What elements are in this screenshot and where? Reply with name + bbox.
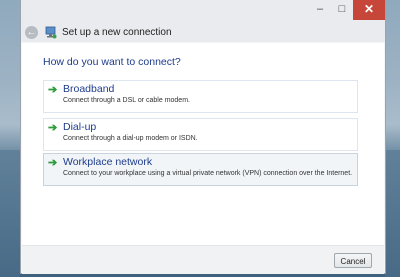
wizard-footer: Cancel <box>22 245 384 274</box>
window-title-bar: – □ ✕ ← Set up a new connection <box>21 0 385 42</box>
option-description: Connect to your workplace using a virtua… <box>63 170 353 177</box>
option-title: Dial-up <box>63 121 97 133</box>
option-broadband[interactable]: ➔ Broadband Connect through a DSL or cab… <box>43 80 358 113</box>
window-controls: – □ ✕ <box>309 0 385 20</box>
green-arrow-icon: ➔ <box>48 122 58 134</box>
option-description: Connect through a dial-up modem or ISDN. <box>63 135 198 142</box>
page-heading: How do you want to connect? <box>43 56 181 68</box>
option-title: Broadband <box>63 83 115 95</box>
network-connection-icon <box>45 26 57 38</box>
title-row: ← Set up a new connection <box>25 24 172 40</box>
connection-wizard-window: – □ ✕ ← Set up a new connection How do y… <box>20 0 386 274</box>
green-arrow-icon: ➔ <box>48 157 58 169</box>
back-arrow-icon[interactable]: ← <box>25 25 38 39</box>
minimize-button[interactable]: – <box>309 0 331 20</box>
green-arrow-icon: ➔ <box>48 84 58 96</box>
option-dial-up[interactable]: ➔ Dial-up Connect through a dial-up mode… <box>43 118 358 151</box>
desktop-background-right <box>385 150 400 277</box>
close-button[interactable]: ✕ <box>353 0 385 20</box>
desktop-background-left <box>0 150 20 277</box>
option-description: Connect through a DSL or cable modem. <box>63 97 190 104</box>
option-title: Workplace network <box>63 156 153 168</box>
wizard-content: How do you want to connect? ➔ Broadband … <box>22 43 384 245</box>
window-title: Set up a new connection <box>62 26 172 38</box>
maximize-button[interactable]: □ <box>331 0 353 20</box>
cancel-button[interactable]: Cancel <box>334 253 372 268</box>
option-workplace-network[interactable]: ➔ Workplace network Connect to your work… <box>43 153 358 186</box>
